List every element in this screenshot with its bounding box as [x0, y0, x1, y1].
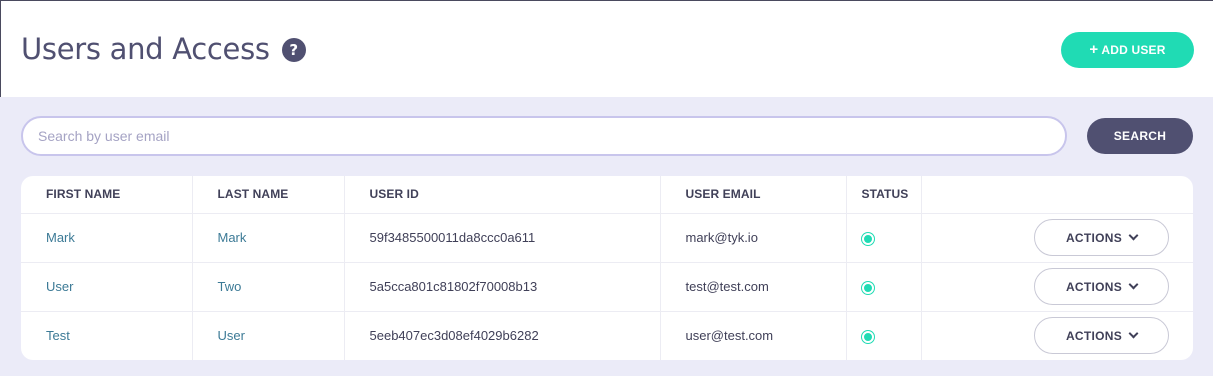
- chevron-down-icon: [1128, 230, 1139, 241]
- status-dot-icon: [861, 232, 874, 245]
- search-input[interactable]: [21, 116, 1067, 156]
- status-cell: [846, 213, 922, 263]
- title-group: Users and Access ?: [21, 30, 306, 68]
- help-icon[interactable]: ?: [281, 38, 306, 62]
- table-header-row: FIRST NAME LAST NAME USER ID USER EMAIL …: [21, 176, 1193, 214]
- user-email-cell: mark@tyk.io: [660, 213, 847, 263]
- actions-cell: ACTIONS: [921, 213, 1193, 263]
- status-cell: [846, 262, 922, 312]
- add-user-button[interactable]: + ADD USER: [1061, 32, 1194, 68]
- column-header-actions: [921, 176, 1193, 214]
- actions-cell: ACTIONS: [921, 262, 1193, 312]
- add-user-label: ADD USER: [1101, 43, 1166, 57]
- table-row: Mark Mark 59f3485500011da8ccc0a611 mark@…: [21, 213, 1193, 263]
- column-header-first-name[interactable]: FIRST NAME: [21, 176, 193, 214]
- last-name-cell[interactable]: Mark: [192, 213, 345, 263]
- user-id-cell: 59f3485500011da8ccc0a611: [344, 213, 661, 263]
- table-row: User Two 5a5cca801c81802f70008b13 test@t…: [21, 262, 1193, 312]
- status-cell: [846, 311, 922, 360]
- actions-cell: ACTIONS: [921, 311, 1193, 360]
- page-title: Users and Access: [21, 32, 270, 66]
- first-name-cell[interactable]: Mark: [21, 213, 193, 263]
- last-name-cell[interactable]: User: [192, 311, 345, 360]
- actions-label: ACTIONS: [1065, 279, 1123, 294]
- actions-label: ACTIONS: [1065, 328, 1123, 343]
- users-table: FIRST NAME LAST NAME USER ID USER EMAIL …: [21, 176, 1193, 360]
- actions-button[interactable]: ACTIONS: [1034, 219, 1169, 256]
- user-id-cell: 5a5cca801c81802f70008b13: [344, 262, 661, 312]
- status-dot-icon: [861, 281, 874, 294]
- users-table-card: FIRST NAME LAST NAME USER ID USER EMAIL …: [21, 176, 1193, 360]
- chevron-down-icon: [1128, 279, 1139, 290]
- last-name-cell[interactable]: Two: [192, 262, 345, 312]
- actions-label: ACTIONS: [1065, 230, 1123, 245]
- search-button[interactable]: SEARCH: [1087, 118, 1193, 154]
- status-dot-icon: [861, 330, 874, 343]
- column-header-last-name[interactable]: LAST NAME: [192, 176, 345, 214]
- column-header-user-email[interactable]: USER EMAIL: [660, 176, 847, 214]
- plus-icon: +: [1089, 41, 1099, 58]
- user-email-cell: user@test.com: [660, 311, 847, 360]
- table-row: Test User 5eeb407ec3d08ef4029b6282 user@…: [21, 311, 1193, 360]
- actions-button[interactable]: ACTIONS: [1034, 268, 1169, 305]
- first-name-cell[interactable]: User: [21, 262, 193, 312]
- user-id-cell: 5eeb407ec3d08ef4029b6282: [344, 311, 661, 360]
- page-header: Users and Access ? + ADD USER: [0, 0, 1213, 97]
- user-email-cell: test@test.com: [660, 262, 847, 312]
- column-header-status[interactable]: STATUS: [846, 176, 922, 214]
- chevron-down-icon: [1128, 328, 1139, 339]
- first-name-cell[interactable]: Test: [21, 311, 193, 360]
- users-and-access-page: Users and Access ? + ADD USER SEARCH FIR…: [0, 0, 1213, 376]
- actions-button[interactable]: ACTIONS: [1034, 317, 1169, 355]
- column-header-user-id[interactable]: USER ID: [344, 176, 661, 214]
